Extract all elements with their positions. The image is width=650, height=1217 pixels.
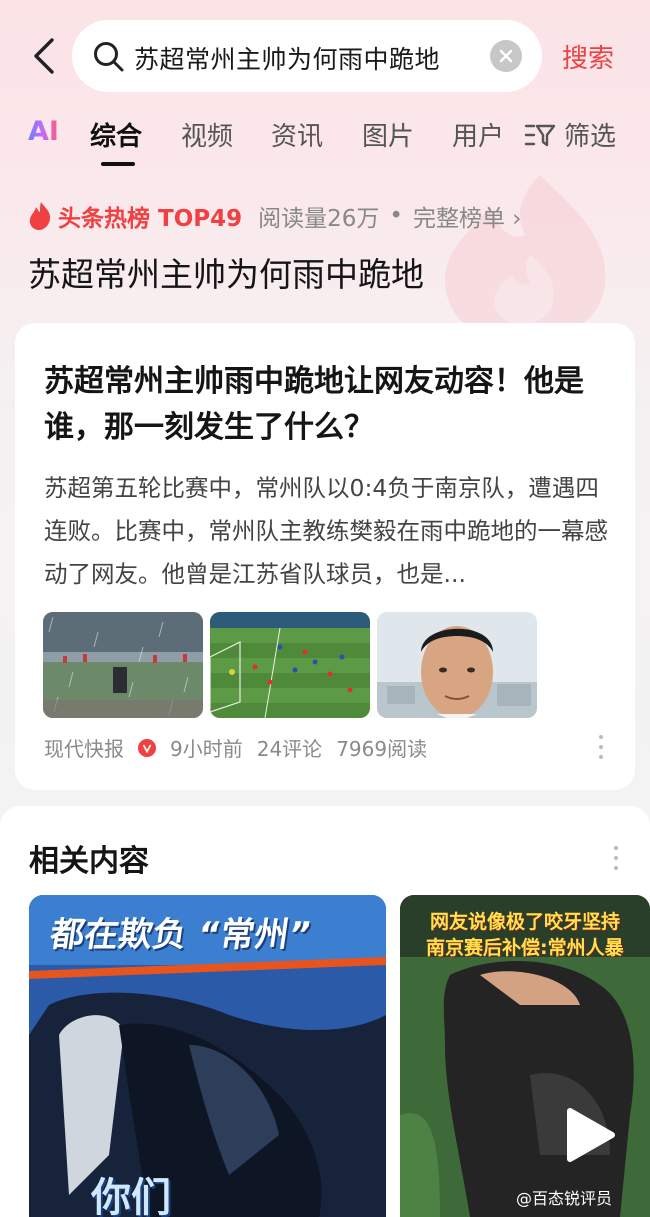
fire-icon: [29, 202, 51, 230]
search-input[interactable]: 苏超常州主帅为何雨中跪地: [72, 20, 542, 92]
thumbnail-match-field[interactable]: [210, 612, 370, 718]
filter-icon: [524, 124, 556, 146]
article-thumbnails: [43, 612, 537, 718]
hotlist-full-link[interactable]: 完整榜单 ›: [413, 199, 522, 233]
tab-ai[interactable]: AI: [28, 116, 59, 147]
article-card[interactable]: 苏超常州主帅雨中跪地让网友动容！他是谁，那一刻发生了什么？ 苏超第五轮比赛中，常…: [15, 323, 635, 790]
hotlist-separator: •: [389, 203, 403, 229]
hotlist-title: 苏超常州主帅为何雨中跪地: [28, 255, 424, 294]
related-video-2[interactable]: 网友说像极了咬牙坚持 南京赛后补偿:常州人暴 @百态锐评员: [400, 895, 650, 1217]
search-button[interactable]: 搜索: [562, 38, 614, 75]
article-meta: 现代快报 9小时前 24评论 7969阅读: [44, 733, 441, 762]
play-icon[interactable]: [558, 1105, 618, 1165]
related-video-1[interactable]: 都在欺负 “常州” 你们: [29, 895, 386, 1217]
back-button[interactable]: [22, 32, 66, 80]
thumbnail-coach-portrait[interactable]: [377, 612, 537, 718]
filter-label: 筛选: [564, 122, 617, 152]
article-title[interactable]: 苏超常州主帅雨中跪地让网友动容！他是谁，那一刻发生了什么？: [44, 359, 614, 451]
video-1-caption-top: 都在欺负 “常州”: [47, 915, 314, 955]
tab-images[interactable]: 图片: [362, 116, 414, 153]
article-reads: 7969阅读: [336, 737, 428, 761]
video-2-caption-line1: 网友说像极了咬牙坚持: [430, 911, 621, 933]
article-source[interactable]: 现代快报: [44, 733, 124, 762]
article-comments: 24评论: [256, 737, 323, 761]
clear-search-button[interactable]: [490, 40, 522, 72]
verified-icon: [138, 738, 156, 757]
hotlist-rank: 头条热榜 TOP49: [58, 206, 243, 232]
match-field-image: [210, 612, 370, 718]
search-icon: [94, 42, 124, 72]
active-tab-indicator: [101, 162, 135, 166]
related-more-options-icon[interactable]: [614, 846, 620, 870]
tab-news[interactable]: 资讯: [271, 116, 323, 153]
chevron-left-icon: [34, 38, 54, 74]
search-tabs: AI 综合 视频 资讯 图片 用户 筛选: [0, 116, 650, 170]
tab-users[interactable]: 用户: [452, 116, 504, 153]
flame-watermark-icon: [445, 175, 606, 343]
close-icon: [499, 49, 513, 63]
video-2-watermark: @百态锐评员: [516, 1189, 613, 1208]
rain-stadium-image: [43, 612, 203, 718]
article-time: 9小时前: [170, 737, 243, 761]
tab-video[interactable]: 视频: [181, 116, 233, 153]
article-summary: 苏超第五轮比赛中，常州队以0:4负于南京队，遭遇四连败。比赛中，常州队主教练樊毅…: [44, 474, 608, 588]
related-section: 相关内容 都在欺负 “常州” 你们 网友说像极了咬牙坚持 南京赛后补偿:常州人暴: [0, 806, 650, 1217]
coach-portrait-image: [377, 612, 537, 718]
hotlist-bar[interactable]: 头条热榜 TOP49 阅读量26万 • 完整榜单 ›: [28, 198, 522, 234]
top-bar: 苏超常州主帅为何雨中跪地 搜索: [0, 18, 650, 94]
tab-comprehensive[interactable]: 综合: [90, 116, 142, 153]
video-2-caption-line2: 南京赛后补偿:常州人暴: [426, 937, 624, 959]
hotlist-reads: 阅读量26万: [258, 206, 380, 232]
filter-button[interactable]: 筛选: [524, 116, 616, 153]
thumbnail-rain-stadium[interactable]: [43, 612, 203, 718]
more-options-icon[interactable]: [599, 735, 605, 759]
video-1-caption-bottom: 你们: [91, 1175, 171, 1217]
related-title: 相关内容: [29, 844, 149, 879]
search-query: 苏超常州主帅为何雨中跪地: [134, 45, 441, 74]
